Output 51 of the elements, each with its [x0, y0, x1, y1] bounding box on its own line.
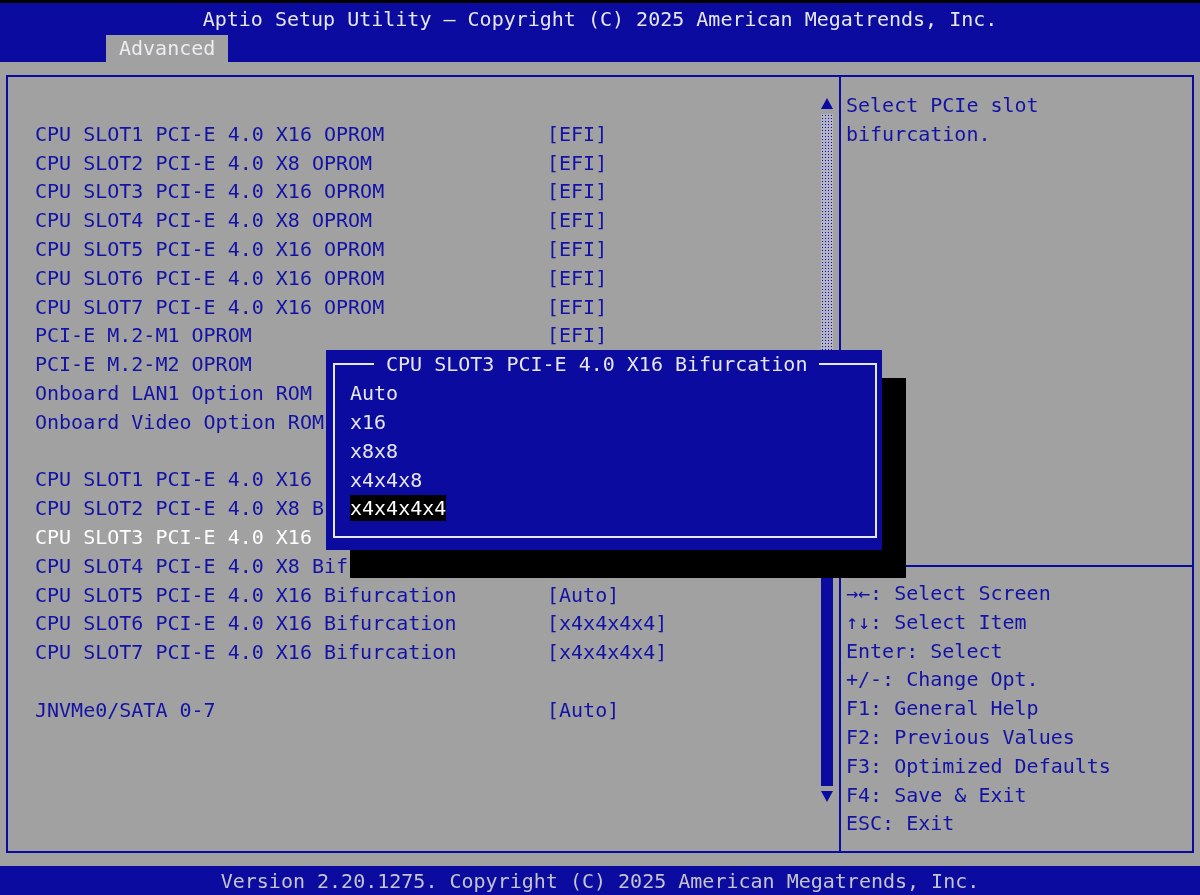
- option-item[interactable]: x4x4x4x4: [350, 495, 447, 522]
- window-title: Aptio Setup Utility – Copyright (C) 2025 American Megatrends, Inc.: [202, 7, 998, 31]
- setting-item[interactable]: PCI-E M.2-M2 OPROM: [35, 350, 252, 379]
- setting-value[interactable]: [EFI]: [547, 148, 608, 178]
- key-hint: ESC: Exit: [846, 810, 955, 838]
- key-hint: F4: Save & Exit: [846, 781, 1027, 809]
- setting-value[interactable]: [EFI]: [547, 235, 608, 264]
- key-hint: F2: Previous Values: [846, 724, 1075, 751]
- setting-value[interactable]: [x4x4x4x4]: [547, 609, 668, 639]
- setting-item[interactable]: Onboard LAN1 Option ROM: [35, 378, 312, 408]
- setting-item[interactable]: CPU SLOT6 PCI-E 4.0 X16 Bifurcation: [35, 609, 457, 639]
- setting-item[interactable]: CPU SLOT1 PCI-E 4.0 X16 OPROM: [35, 119, 385, 149]
- setting-item[interactable]: CPU SLOT2 PCI-E 4.0 X8 OPROM: [35, 148, 373, 178]
- version-text: Version 2.20.1275. Copyright (C) 2025 American Megatrends, Inc.: [220, 868, 980, 893]
- setting-item[interactable]: CPU SLOT4 PCI-E 4.0 X8 Bif: [35, 551, 349, 581]
- option-item[interactable]: x16: [350, 409, 387, 435]
- setting-item[interactable]: Onboard Video Option ROM: [35, 407, 324, 437]
- key-hint: →←: Select Screen: [846, 580, 1051, 607]
- setting-value[interactable]: [EFI]: [547, 321, 608, 351]
- setting-item[interactable]: CPU SLOT4 PCI-E 4.0 X8 OPROM: [35, 206, 373, 235]
- setting-value[interactable]: [EFI]: [547, 292, 608, 322]
- setting-item[interactable]: CPU SLOT3 PCI-E 4.0 X16 OPROM: [35, 177, 385, 207]
- setting-value[interactable]: [Auto]: [547, 580, 620, 610]
- setting-item[interactable]: CPU SLOT7 PCI-E 4.0 X16 OPROM: [35, 292, 385, 322]
- setting-item[interactable]: JNVMe0/SATA 0-7: [35, 695, 216, 725]
- setting-value[interactable]: [x4x4x4x4]: [547, 638, 668, 667]
- setting-value[interactable]: [EFI]: [547, 119, 608, 149]
- option-item[interactable]: x4x4x8: [350, 466, 423, 493]
- setting-item[interactable]: CPU SLOT1 PCI-E 4.0 X16: [35, 465, 312, 495]
- key-hint: ↑↓: Select Item: [846, 608, 1027, 636]
- setting-item[interactable]: CPU SLOT5 PCI-E 4.0 X16 OPROM: [35, 235, 385, 264]
- dialog-title: CPU SLOT3 PCI-E 4.0 X16 Bifurcation: [385, 351, 809, 378]
- setting-value[interactable]: [EFI]: [547, 206, 608, 235]
- setting-value[interactable]: [EFI]: [547, 263, 608, 293]
- setting-item[interactable]: CPU SLOT6 PCI-E 4.0 X16 OPROM: [35, 263, 385, 293]
- key-hint: Enter: Select: [846, 637, 1003, 665]
- setting-value[interactable]: [Auto]: [547, 695, 620, 725]
- key-hint: F1: General Help: [846, 695, 1039, 723]
- scroll-up-icon[interactable]: [821, 98, 833, 109]
- setting-value[interactable]: [EFI]: [547, 177, 608, 207]
- help-text: Select PCIe slot bifurcation.: [846, 92, 1040, 148]
- setting-item[interactable]: CPU SLOT2 PCI-E 4.0 X8 B: [35, 494, 324, 523]
- scroll-down-icon[interactable]: [821, 791, 833, 802]
- setting-item[interactable]: CPU SLOT5 PCI-E 4.0 X16 Bifurcation: [35, 580, 457, 610]
- setting-item[interactable]: CPU SLOT3 PCI-E 4.0 X16: [35, 522, 312, 552]
- key-hint: F3: Optimized Defaults: [846, 752, 1111, 780]
- option-item[interactable]: x8x8: [350, 437, 399, 464]
- setting-item[interactable]: PCI-E M.2-M1 OPROM: [35, 321, 252, 351]
- option-item[interactable]: Auto: [350, 380, 399, 407]
- setting-item[interactable]: CPU SLOT7 PCI-E 4.0 X16 Bifurcation: [35, 638, 457, 667]
- key-hint: +/-: Change Opt.: [846, 666, 1039, 694]
